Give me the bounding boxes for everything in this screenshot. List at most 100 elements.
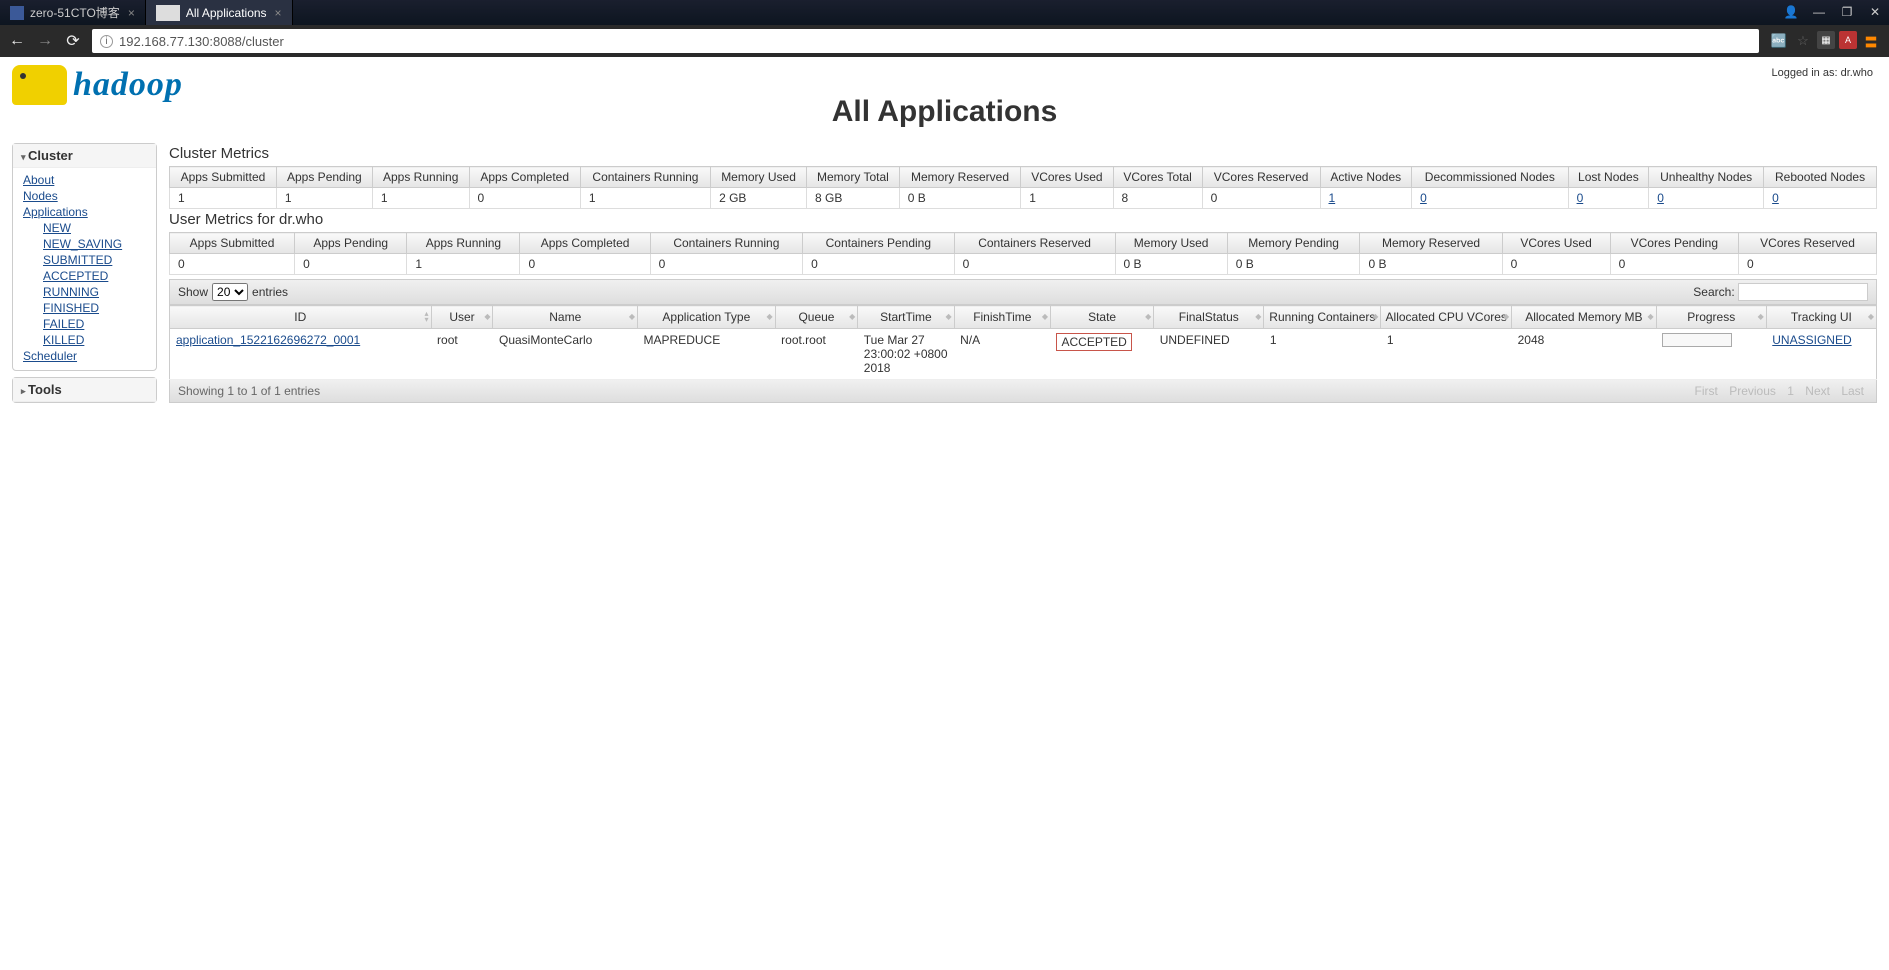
sort-icon: ◆ xyxy=(1255,314,1261,320)
th-name[interactable]: Name◆ xyxy=(493,306,638,329)
menu-icon[interactable]: 〓 xyxy=(1861,31,1881,51)
bookmark-icon[interactable]: ☆ xyxy=(1793,31,1813,51)
th-progress[interactable]: Progress◆ xyxy=(1656,306,1766,329)
lost-nodes-link[interactable]: 0 xyxy=(1577,191,1584,205)
th-start[interactable]: StartTime◆ xyxy=(858,306,954,329)
sidebar-link-scheduler[interactable]: Scheduler xyxy=(23,348,146,364)
th-apps-running[interactable]: Apps Running xyxy=(372,167,469,188)
tab-title: All Applications xyxy=(186,6,267,20)
th-memory-used[interactable]: Memory Used xyxy=(711,167,807,188)
page-last[interactable]: Last xyxy=(1841,384,1864,398)
close-icon[interactable]: × xyxy=(120,6,135,20)
minimize-icon[interactable]: — xyxy=(1805,0,1833,25)
user-icon[interactable]: 👤 xyxy=(1777,0,1805,25)
window-controls: 👤 — ❐ ✕ xyxy=(1777,0,1889,25)
sort-icon: ◆ xyxy=(1647,314,1653,320)
showing-text: Showing 1 to 1 of 1 entries xyxy=(178,384,320,398)
th-queue[interactable]: Queue◆ xyxy=(775,306,858,329)
sidebar-link-about[interactable]: About xyxy=(23,172,146,188)
entries-select[interactable]: 20 xyxy=(212,283,248,301)
table-row: 1 1 1 0 1 2 GB 8 GB 0 B 1 8 0 1 0 0 0 0 xyxy=(170,188,1877,209)
close-icon[interactable]: × xyxy=(267,6,282,20)
th-alloccpu[interactable]: Allocated CPU VCores◆ xyxy=(1381,306,1512,329)
th-finalstatus[interactable]: FinalStatus◆ xyxy=(1154,306,1264,329)
th-apptype[interactable]: Application Type◆ xyxy=(638,306,776,329)
th-id[interactable]: ID▴▾ xyxy=(170,306,432,329)
close-window-icon[interactable]: ✕ xyxy=(1861,0,1889,25)
sort-icon: ◆ xyxy=(1503,314,1509,320)
back-icon[interactable]: ← xyxy=(8,32,26,50)
sort-icon: ▴▾ xyxy=(425,311,429,323)
reload-icon[interactable]: ⟳ xyxy=(64,31,82,51)
sort-icon: ◆ xyxy=(849,314,855,320)
unhealthy-nodes-link[interactable]: 0 xyxy=(1657,191,1664,205)
sidebar-head-cluster[interactable]: Cluster xyxy=(13,144,156,168)
sidebar-link-killed[interactable]: KILLED xyxy=(23,332,146,348)
sidebar-head-tools[interactable]: Tools xyxy=(13,378,156,402)
address-bar-row: ← → ⟳ i 192.168.77.130:8088/cluster 🔤 ☆ … xyxy=(0,25,1889,57)
main-content: Cluster Metrics Apps Submitted Apps Pend… xyxy=(169,143,1877,409)
th-vcores-used[interactable]: VCores Used xyxy=(1021,167,1113,188)
tracking-ui-link[interactable]: UNASSIGNED xyxy=(1766,329,1876,380)
th-state[interactable]: State◆ xyxy=(1050,306,1153,329)
th-unhealthy-nodes[interactable]: Unhealthy Nodes xyxy=(1649,167,1764,188)
th-apps-submitted[interactable]: Apps Submitted xyxy=(170,167,277,188)
pagination: First Previous 1 Next Last xyxy=(1691,384,1868,398)
page-next[interactable]: Next xyxy=(1805,384,1830,398)
th-memory-reserved[interactable]: Memory Reserved xyxy=(899,167,1020,188)
search-label: Search: xyxy=(1693,285,1734,299)
pdf-icon[interactable]: A xyxy=(1839,31,1857,49)
sidebar-link-accepted[interactable]: ACCEPTED xyxy=(23,268,146,284)
sidebar-link-submitted[interactable]: SUBMITTED xyxy=(23,252,146,268)
sort-icon: ◆ xyxy=(484,314,490,320)
rebooted-nodes-link[interactable]: 0 xyxy=(1772,191,1779,205)
th-runcont[interactable]: Running Containers◆ xyxy=(1264,306,1381,329)
th-allocmem[interactable]: Allocated Memory MB◆ xyxy=(1512,306,1657,329)
th-memory-total[interactable]: Memory Total xyxy=(807,167,900,188)
translate-icon[interactable]: 🔤 xyxy=(1769,31,1789,51)
active-nodes-link[interactable]: 1 xyxy=(1329,191,1336,205)
table-row: application_1522162696272_0001 root Quas… xyxy=(170,329,1877,380)
th-containers-running[interactable]: Containers Running xyxy=(580,167,710,188)
page-prev[interactable]: Previous xyxy=(1729,384,1776,398)
page-first[interactable]: First xyxy=(1695,384,1718,398)
app-id-link[interactable]: application_1522162696272_0001 xyxy=(170,329,432,380)
decom-nodes-link[interactable]: 0 xyxy=(1420,191,1427,205)
sidebar: Cluster About Nodes Applications NEW NEW… xyxy=(12,143,157,409)
sidebar-link-new[interactable]: NEW xyxy=(23,220,146,236)
search-input[interactable] xyxy=(1738,283,1868,301)
ext-icon[interactable]: ▦ xyxy=(1817,31,1835,49)
th-vcores-total[interactable]: VCores Total xyxy=(1113,167,1202,188)
login-info: Logged in as: dr.who xyxy=(1771,67,1873,79)
browser-tab-1[interactable]: zero-51CTO博客 × xyxy=(0,0,146,25)
th-vcores-reserved[interactable]: VCores Reserved xyxy=(1202,167,1320,188)
sidebar-link-nodes[interactable]: Nodes xyxy=(23,188,146,204)
sidebar-link-failed[interactable]: FAILED xyxy=(23,316,146,332)
sidebar-link-applications[interactable]: Applications xyxy=(23,204,146,220)
sort-icon: ◆ xyxy=(945,314,951,320)
th-tracking[interactable]: Tracking UI◆ xyxy=(1766,306,1876,329)
th-active-nodes[interactable]: Active Nodes xyxy=(1320,167,1412,188)
url-bar[interactable]: i 192.168.77.130:8088/cluster xyxy=(92,29,1759,53)
sidebar-link-finished[interactable]: FINISHED xyxy=(23,300,146,316)
user-metrics-title: User Metrics for dr.who xyxy=(169,211,1877,228)
hadoop-logo[interactable]: hadoop xyxy=(12,65,183,105)
progress-bar xyxy=(1662,333,1732,347)
page-1[interactable]: 1 xyxy=(1787,384,1794,398)
info-icon[interactable]: i xyxy=(100,35,113,48)
th-apps-completed[interactable]: Apps Completed xyxy=(469,167,580,188)
th-decom-nodes[interactable]: Decommissioned Nodes xyxy=(1412,167,1569,188)
th-rebooted-nodes[interactable]: Rebooted Nodes xyxy=(1764,167,1877,188)
sort-icon: ◆ xyxy=(629,314,635,320)
th-user[interactable]: User◆ xyxy=(431,306,493,329)
sidebar-link-newsaving[interactable]: NEW_SAVING xyxy=(23,236,146,252)
maximize-icon[interactable]: ❐ xyxy=(1833,0,1861,25)
th-apps-pending[interactable]: Apps Pending xyxy=(276,167,372,188)
browser-tab-2[interactable]: All Applications × xyxy=(146,0,293,25)
forward-icon[interactable]: → xyxy=(36,32,54,50)
th-lost-nodes[interactable]: Lost Nodes xyxy=(1568,167,1649,188)
sidebar-link-running[interactable]: RUNNING xyxy=(23,284,146,300)
state-badge: ACCEPTED xyxy=(1056,333,1131,351)
show-label: Show xyxy=(178,285,208,299)
th-finish[interactable]: FinishTime◆ xyxy=(954,306,1050,329)
